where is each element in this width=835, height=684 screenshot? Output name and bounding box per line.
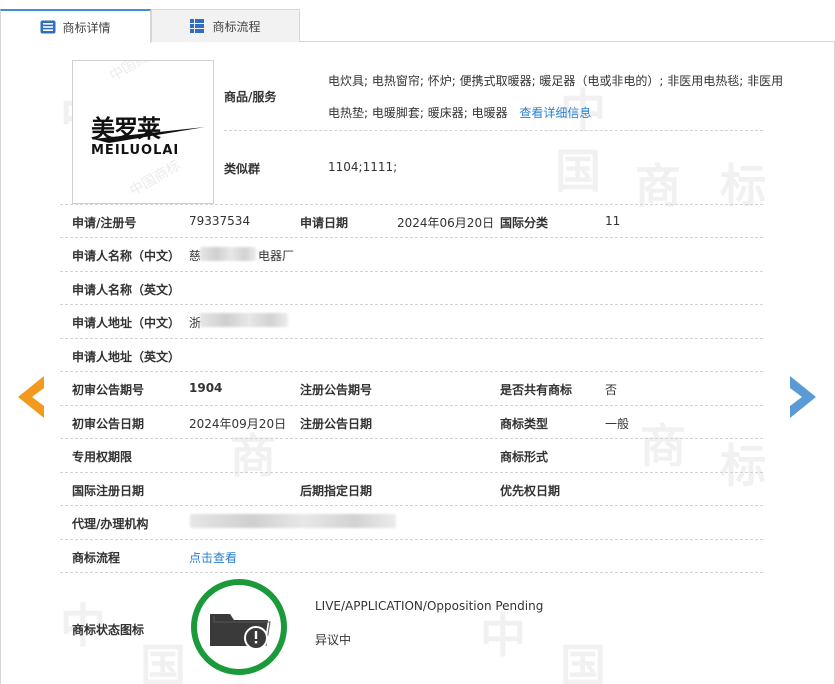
applicant-en-label: 申请人名称（英文） [72, 283, 181, 297]
flow-label: 商标流程 [72, 551, 121, 565]
reg-pub-date-label: 注册公告日期 [300, 417, 373, 431]
type-value: 一般 [605, 417, 630, 431]
prelim-no-value: 1904 [189, 381, 223, 395]
divider [60, 405, 763, 406]
redacted-text [200, 247, 256, 261]
reg-no-label: 申请/注册号 [72, 216, 137, 230]
view-details-link[interactable]: 查看详细信息 [519, 106, 591, 120]
redacted-text [190, 514, 396, 528]
priority-label: 优先权日期 [500, 484, 561, 498]
similar-group-label: 类似群 [224, 162, 261, 176]
divider [60, 505, 763, 506]
status-icon-label: 商标状态图标 [72, 623, 145, 637]
prelim-no-label: 初审公告期号 [72, 383, 145, 397]
watermark-char: 国 [560, 639, 606, 684]
reg-pub-no-label: 注册公告期号 [300, 383, 373, 397]
agent-label: 代理/办理机构 [72, 517, 149, 531]
divider [60, 304, 763, 305]
status-cn: 异议中 [315, 633, 352, 647]
prev-arrow-button[interactable] [18, 376, 44, 418]
redacted-text [200, 313, 288, 327]
intl-reg-label: 国际注册日期 [72, 484, 145, 498]
list-icon [40, 20, 56, 34]
applicant-cn-suffix: 电器厂 [258, 249, 295, 263]
watermark-char: 商 [635, 159, 681, 213]
trademark-logo-latin: MEILUOLAI [91, 143, 180, 158]
status-en: LIVE/APPLICATION/Opposition Pending [315, 599, 544, 613]
form-label: 商标形式 [500, 450, 549, 464]
divider [60, 338, 763, 339]
address-en-label: 申请人地址（英文） [72, 350, 181, 364]
divider [60, 572, 763, 573]
tab-trademark-details[interactable]: 商标详情 [0, 9, 151, 43]
prelim-date-label: 初审公告日期 [72, 417, 145, 431]
intl-class-label: 国际分类 [500, 216, 549, 230]
prelim-date-value: 2024年09月20日 [189, 417, 287, 431]
shared-label: 是否共有商标 [500, 383, 573, 397]
watermark-char: 标 [720, 159, 766, 213]
tab-label: 商标详情 [62, 20, 111, 35]
intl-class-value: 11 [605, 214, 621, 228]
tab-trademark-flow[interactable]: 商标流程 [151, 9, 300, 42]
app-date-label: 申请日期 [300, 216, 349, 230]
goods-line-2: 电热垫; 电暖脚套; 暖床器; 电暖器 查看详细信息 [328, 104, 591, 121]
applicant-cn-label: 申请人名称（中文） [72, 249, 181, 263]
divider [60, 371, 763, 372]
next-arrow-button[interactable] [790, 376, 816, 418]
app-date-value: 2024年06月20日 [397, 216, 495, 230]
shared-value: 否 [605, 383, 618, 397]
exclusive-label: 专用权期限 [72, 450, 133, 464]
watermark-char: 商 [640, 419, 686, 473]
divider [60, 204, 763, 205]
watermark-char: 国 [555, 144, 601, 198]
status-folder-icon [190, 578, 288, 676]
similar-group-value: 1104;1111; [328, 160, 398, 174]
trademark-image: 中国商标 中国商标 美罗莱 MEILUOLAI [72, 60, 214, 204]
divider [60, 539, 763, 540]
reg-no-value: 79337534 [189, 214, 251, 228]
divider [60, 237, 763, 238]
divider [60, 271, 763, 272]
goods-line-1: 电炊具; 电热窗帘; 怀炉; 便携式取暖器; 暖足器（电或非电的）; 非医用电热… [328, 74, 784, 88]
divider [224, 130, 763, 131]
trademark-logo-chinese: 美罗莱 [91, 115, 161, 143]
type-label: 商标类型 [500, 417, 549, 431]
tab-bar: 商标详情 商标流程 [0, 0, 835, 43]
goods-label: 商品/服务 [224, 90, 277, 104]
watermark-char: 国 [140, 639, 186, 684]
divider [60, 438, 763, 439]
address-cn-label: 申请人地址（中文） [72, 316, 181, 330]
view-flow-link[interactable]: 点击查看 [189, 549, 237, 566]
divider [60, 472, 763, 473]
tab-label: 商标流程 [212, 19, 261, 34]
goods-line-2-text: 电热垫; 电暖脚套; 暖床器; 电暖器 [328, 106, 508, 120]
watermark-char: 标 [720, 439, 766, 493]
grid-icon [190, 19, 206, 33]
later-designation-label: 后期指定日期 [300, 484, 373, 498]
